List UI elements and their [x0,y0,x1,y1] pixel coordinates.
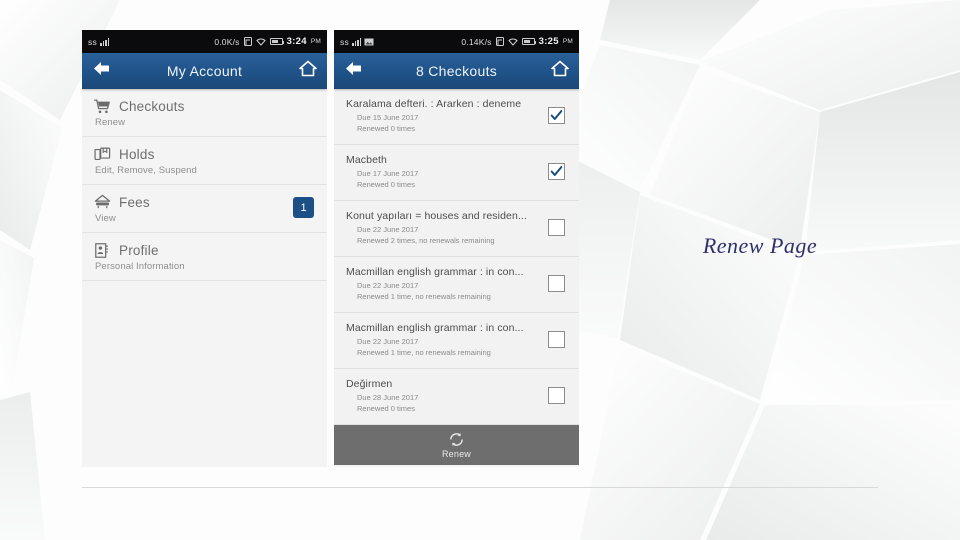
checkouts-list: Karalama defteri. : Ararken : deneme Due… [334,89,579,425]
clock-meridiem: PM [562,38,573,45]
page-title: My Account [166,63,243,79]
carrier-label: ss [88,36,97,47]
holds-icon [94,147,111,161]
checkout-title: Konut yapıları = houses and residen... [346,210,527,222]
sidebar-item-checkouts[interactable]: Checkouts Renew [82,89,327,137]
status-bar-left: ss 0.0K/s 3:24 PM [82,30,327,53]
menu-item-title: Fees [119,195,150,210]
renew-button-label: Renew [441,449,471,459]
checkout-renewed: Renewed 0 times [357,403,415,413]
checkout-title: Macmillan english grammar : in con... [346,322,524,334]
refresh-icon [450,433,463,446]
list-item[interactable]: Konut yapıları = houses and residen... D… [334,201,579,257]
carrier-label: ss [340,36,349,47]
menu-item-title: Holds [119,147,155,162]
list-item[interactable]: Macmillan english grammar : in con... Du… [334,313,579,369]
renew-button[interactable]: Renew [334,425,579,465]
checkout-renewed: Renewed 2 times, no renewals remaining [357,235,495,245]
checkout-title: Karalama defteri. : Ararken : deneme [346,98,522,110]
menu-item-title: Profile [119,243,159,258]
sim-icon [495,37,504,46]
back-arrow-icon[interactable] [344,60,363,82]
clock-label: 3:25 [538,36,559,47]
status-bar-right: ss 0.14K/s 3:25 PM [334,30,579,53]
clock-meridiem: PM [310,38,321,45]
page-title: 8 Checkouts [415,63,498,79]
home-icon[interactable] [299,60,317,82]
checkout-renewed: Renewed 0 times [357,123,415,133]
sidebar-item-holds[interactable]: Holds Edit, Remove, Suspend [82,137,327,185]
account-menu-list: Checkouts Renew Holds Edit, Remove, Susp… [82,89,327,281]
menu-item-subtitle: View [95,213,116,224]
signal-icon [351,38,362,46]
menu-item-subtitle: Edit, Remove, Suspend [95,165,197,176]
checkout-checkbox[interactable] [548,331,565,348]
wifi-icon [507,38,518,46]
fees-count-badge: 1 [293,197,314,218]
checkout-title: Macmillan english grammar : in con... [346,266,524,278]
cart-icon [94,99,110,114]
sim-icon [243,37,252,46]
app-bar-left: My Account [82,53,327,89]
checkout-checkbox[interactable] [548,107,565,124]
slide-caption: Renew Page [702,233,818,258]
network-speed-label: 0.14K/s [461,36,492,47]
list-item[interactable]: Macmillan english grammar : in con... Du… [334,257,579,313]
battery-icon [521,38,537,45]
network-speed-label: 0.0K/s [214,36,240,47]
checkout-checkbox[interactable] [548,163,565,180]
menu-item-subtitle: Personal Information [95,261,185,272]
checkout-due: Due 15 June 2017 [357,113,419,122]
checkout-due: Due 17 June 2017 [357,169,419,178]
checkout-renewed: Renewed 1 time, no renewals remaining [357,347,491,357]
footer-divider [82,487,878,488]
sidebar-item-fees[interactable]: Fees View 1 [82,185,327,233]
signal-icon [99,38,110,46]
phone-mockup-my-account: ss 0.0K/s 3:24 PM My Account Checkouts R… [82,30,327,467]
photo-icon [364,38,374,45]
app-bar-right: 8 Checkouts [334,53,579,89]
list-item[interactable]: Karalama defteri. : Ararken : deneme Due… [334,89,579,145]
checkout-due: Due 22 June 2017 [357,337,419,346]
slide-footer: FEYZIYE SCHOOLS FOUNDATION IŞIK UNIVERSI… [0,490,960,538]
checkout-checkbox[interactable] [548,275,565,292]
back-arrow-icon[interactable] [92,60,111,82]
battery-icon [269,38,285,45]
fees-icon [94,194,111,209]
menu-item-subtitle: Renew [95,117,126,128]
sidebar-item-profile[interactable]: Profile Personal Information [82,233,327,281]
checkout-due: Due 22 June 2017 [357,225,419,234]
checkout-renewed: Renewed 1 time, no renewals remaining [357,291,491,301]
checkout-due: Due 22 June 2017 [357,281,419,290]
slide-canvas: ss 0.0K/s 3:24 PM My Account Checkouts R… [0,0,960,540]
list-item[interactable]: Değirmen Due 28 June 2017 Renewed 0 time… [334,369,579,425]
checkout-title: Değirmen [346,378,393,390]
checkout-checkbox[interactable] [548,387,565,404]
wifi-icon [255,38,266,46]
profile-icon [95,243,108,258]
list-item[interactable]: Macbeth Due 17 June 2017 Renewed 0 times [334,145,579,201]
checkout-checkbox[interactable] [548,219,565,236]
phone-mockup-checkouts: ss 0.14K/s 3:25 PM 8 Checkouts Karalama … [334,30,579,467]
checkout-title: Macbeth [346,154,387,166]
checkout-due: Due 28 June 2017 [357,393,419,402]
checkout-renewed: Renewed 0 times [357,179,415,189]
home-icon[interactable] [551,60,569,82]
menu-item-title: Checkouts [119,99,185,114]
clock-label: 3:24 [286,36,307,47]
